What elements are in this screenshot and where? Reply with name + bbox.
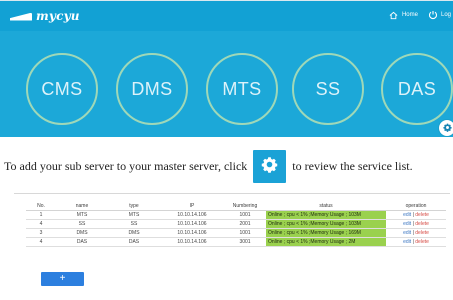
delete-link[interactable]: delete <box>415 221 429 227</box>
row-name: DAS <box>56 237 108 247</box>
edit-link[interactable]: edit <box>403 221 411 227</box>
top-nav: Home Log <box>389 10 451 20</box>
service-table: No. name type IP Numbering status operat… <box>26 202 446 247</box>
row-operation: edit | delete <box>386 228 446 238</box>
row-no: 1 <box>26 210 56 220</box>
row-no: 4 <box>26 219 56 229</box>
row-status: Online ; cpu < 1% ;Memory Usage ; 2M <box>266 237 386 247</box>
operation-separator: | <box>412 239 414 245</box>
row-type: DAS <box>108 237 160 247</box>
row-operation: edit | delete <box>386 210 446 220</box>
service-circles: CMS DMS MTS SS DAS <box>26 53 453 135</box>
row-status: Online ; cpu < 1% ;Memory Usage ; 103M <box>266 210 386 220</box>
add-button[interactable]: + <box>41 272 84 286</box>
column-header-operation: operation <box>386 202 446 211</box>
home-label: Home <box>401 12 418 18</box>
table-row: 1 MTS MTS 10.10.14.106 1001 Online ; cpu… <box>26 210 446 220</box>
row-no: 4 <box>26 237 56 247</box>
row-numbering: 1001 <box>224 228 266 238</box>
settings-button[interactable] <box>253 149 287 183</box>
instruction-after: to review the service list. <box>292 158 413 173</box>
gear-icon <box>261 156 278 177</box>
column-header-name: name <box>56 202 108 211</box>
gear-icon <box>442 119 452 137</box>
service-list-panel: No. name type IP Numbering status operat… <box>14 193 450 280</box>
row-status: Online ; cpu < 1% ;Memory Usage ; 103M <box>266 219 386 229</box>
brand-name: mycyu <box>36 9 80 23</box>
row-ip: 10.10.14.106 <box>160 237 224 247</box>
service-circle-dms[interactable]: DMS <box>116 53 188 125</box>
table-header-row: No. name type IP Numbering status operat… <box>26 202 446 211</box>
page: mycyu Home Log CMS DMS MTS SS DAS To add… <box>0 0 453 300</box>
home-link[interactable]: Home <box>389 10 418 20</box>
delete-link[interactable]: delete <box>415 230 429 236</box>
table-row: 4 DAS DAS 10.10.14.106 3001 Online ; cpu… <box>26 237 446 247</box>
column-header-no: No. <box>26 202 56 211</box>
column-header-type: type <box>108 202 160 211</box>
row-ip: 10.10.14.106 <box>160 219 224 229</box>
row-name: MTS <box>56 210 108 220</box>
table-row: 3 DMS DMS 10.10.14.106 1001 Online ; cpu… <box>26 228 446 238</box>
column-header-ip: IP <box>160 202 224 211</box>
operation-separator: | <box>412 230 414 236</box>
delete-link[interactable]: delete <box>415 239 429 245</box>
row-ip: 10.10.14.106 <box>160 228 224 238</box>
operation-separator: | <box>412 221 414 227</box>
operation-separator: | <box>412 212 414 218</box>
edit-link[interactable]: edit <box>403 239 411 245</box>
logout-link[interactable]: Log <box>428 10 451 20</box>
home-icon <box>389 10 399 20</box>
row-numbering: 2001 <box>224 219 266 229</box>
instruction-before: To add your sub server to your master se… <box>4 158 248 173</box>
edit-link[interactable]: edit <box>403 212 411 218</box>
row-name: DMS <box>56 228 108 238</box>
row-type: SS <box>108 219 160 229</box>
row-ip: 10.10.14.106 <box>160 210 224 220</box>
brand[interactable]: mycyu <box>10 7 80 25</box>
service-circle-ss[interactable]: SS <box>292 53 364 125</box>
top-navigation-bar: mycyu Home Log <box>0 1 453 31</box>
row-no: 3 <box>26 228 56 238</box>
logout-label: Log <box>440 12 451 18</box>
service-circle-mts[interactable]: MTS <box>206 53 278 125</box>
service-circle-das[interactable]: DAS <box>381 53 453 125</box>
row-numbering: 1001 <box>224 210 266 220</box>
edit-link[interactable]: edit <box>403 230 411 236</box>
row-type: DMS <box>108 228 160 238</box>
row-operation: edit | delete <box>386 237 446 247</box>
table-row: 4 SS SS 10.10.14.106 2001 Online ; cpu <… <box>26 219 446 229</box>
power-icon <box>428 10 438 20</box>
column-header-numbering: Numbering <box>224 202 266 211</box>
row-status: Online ; cpu < 1% ;Memory Usage ; 169M <box>266 228 386 238</box>
dashboard-header-screenshot: mycyu Home Log CMS DMS MTS SS DAS <box>0 0 453 137</box>
row-operation: edit | delete <box>386 219 446 229</box>
logo-icon <box>10 11 32 22</box>
row-type: MTS <box>108 210 160 220</box>
column-header-status: status <box>266 202 386 211</box>
row-numbering: 3001 <box>224 237 266 247</box>
delete-link[interactable]: delete <box>415 212 429 218</box>
instruction-text: To add your sub server to your master se… <box>4 146 413 186</box>
corner-gear-button[interactable] <box>439 120 453 136</box>
row-name: SS <box>56 219 108 229</box>
service-circle-cms[interactable]: CMS <box>26 53 98 125</box>
